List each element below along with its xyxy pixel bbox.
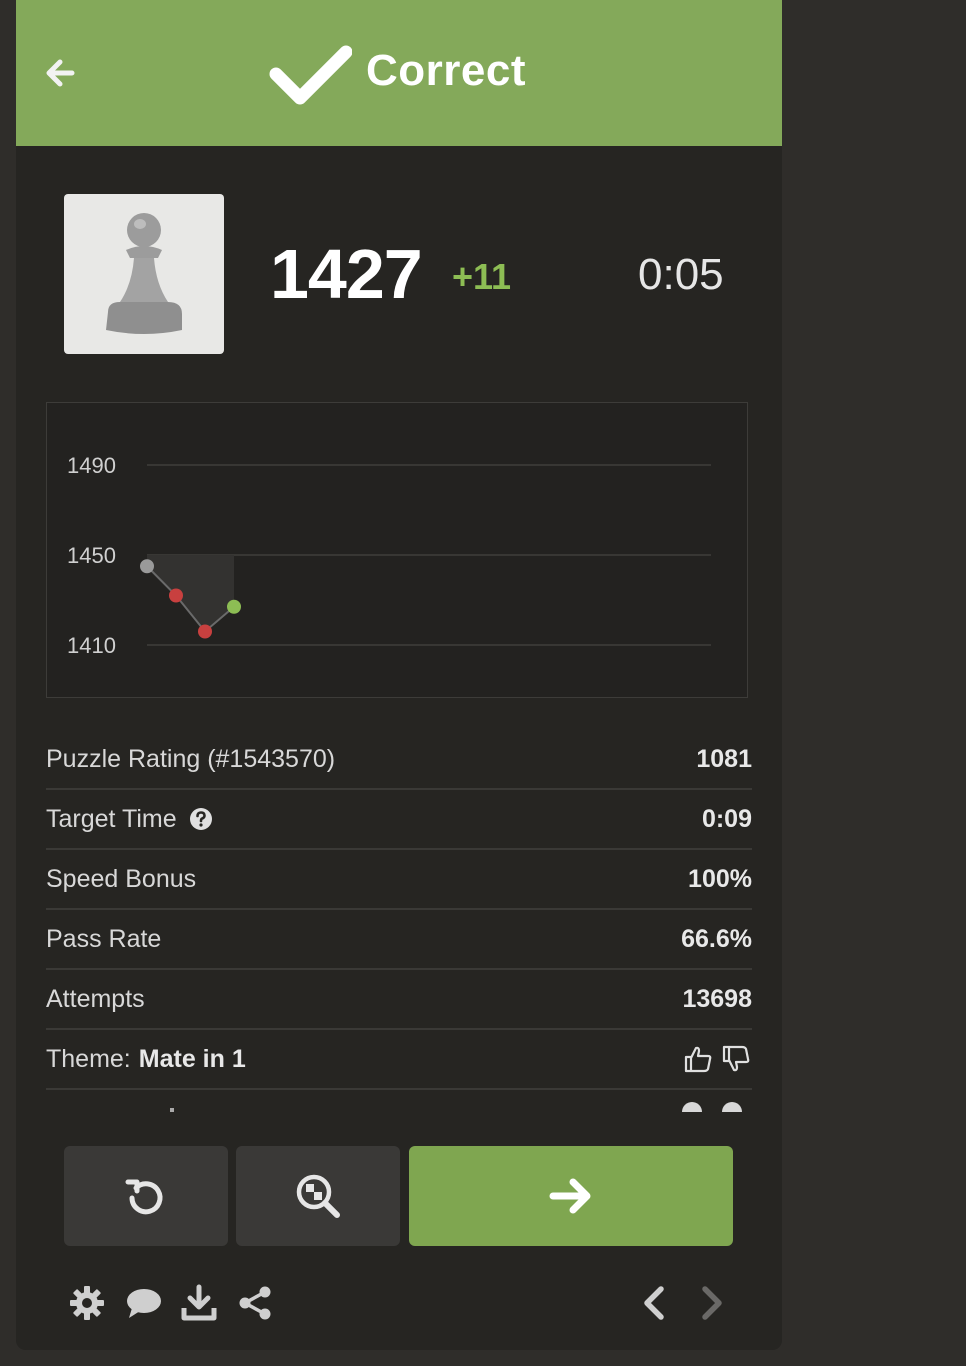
pawn-icon	[106, 213, 182, 334]
result-header: Correct	[16, 0, 782, 146]
puzzle-panel: Correct 1427 +11 0:05 1490 1450 1410 Puz…	[16, 0, 782, 1350]
gear-icon[interactable]	[68, 1284, 106, 1322]
avatar	[64, 194, 224, 354]
stat-value: 66.6%	[681, 924, 752, 953]
share-icon[interactable]	[236, 1284, 274, 1322]
next-puzzle-button[interactable]	[409, 1146, 733, 1246]
theme-value: Mate in 1	[138, 1044, 246, 1073]
thumbs-up-icon[interactable]	[682, 1043, 714, 1075]
retry-icon	[125, 1179, 163, 1215]
result-title: Correct	[366, 46, 526, 95]
help-icon[interactable]	[189, 807, 213, 831]
stat-row-target-time: Target Time 0:09	[46, 790, 752, 850]
rating-area	[147, 555, 234, 632]
stat-row-partial	[46, 1090, 752, 1112]
stat-label: Attempts	[46, 984, 145, 1013]
theme-label: Theme:	[46, 1044, 131, 1073]
chevron-left-icon[interactable]	[636, 1284, 674, 1322]
action-bar	[16, 1112, 782, 1350]
stat-row-theme: Theme: Mate in 1	[46, 1030, 752, 1090]
retry-button[interactable]	[64, 1146, 228, 1246]
analysis-button[interactable]	[236, 1146, 400, 1246]
stat-row-puzzle-rating: Puzzle Rating (#1543570) 1081	[46, 730, 752, 790]
rating-point	[227, 599, 241, 614]
checkmark-icon	[269, 45, 352, 105]
stat-row-attempts: Attempts 13698	[46, 970, 752, 1030]
chat-icon[interactable]	[124, 1284, 162, 1322]
analysis-icon	[296, 1174, 340, 1218]
arrow-right-icon	[549, 1178, 591, 1214]
stat-row-pass-rate: Pass Rate 66.6%	[46, 910, 752, 970]
chevron-right-icon[interactable]	[692, 1284, 730, 1322]
stat-value: 13698	[682, 984, 752, 1013]
stat-label: Target Time	[46, 804, 177, 833]
rating-point	[140, 559, 154, 574]
rating-point	[198, 624, 212, 639]
stat-value: 100%	[688, 864, 752, 893]
stat-value: 0:09	[701, 804, 752, 833]
thumbs-down-icon[interactable]	[720, 1043, 752, 1075]
stat-label: Speed Bonus	[46, 864, 197, 893]
stat-label: Puzzle Rating (#1543570)	[46, 744, 336, 773]
stat-row-speed-bonus: Speed Bonus 100%	[46, 850, 752, 910]
puzzle-stats: Puzzle Rating (#1543570) 1081 Target Tim…	[46, 730, 752, 1112]
rating-chart: 1490 1450 1410	[46, 402, 748, 698]
y-tick-label: 1410	[67, 633, 116, 658]
y-tick-label: 1450	[67, 543, 116, 568]
solve-timer: 0:05	[638, 250, 724, 299]
arrow-left-icon[interactable]	[42, 55, 78, 91]
stat-label: Pass Rate	[46, 924, 162, 953]
y-tick-label: 1490	[67, 453, 116, 478]
rating-point	[169, 588, 183, 603]
rating-delta: +11	[452, 256, 512, 297]
download-icon[interactable]	[180, 1284, 218, 1322]
stat-value: 1081	[696, 744, 752, 773]
player-rating: 1427	[270, 235, 423, 313]
